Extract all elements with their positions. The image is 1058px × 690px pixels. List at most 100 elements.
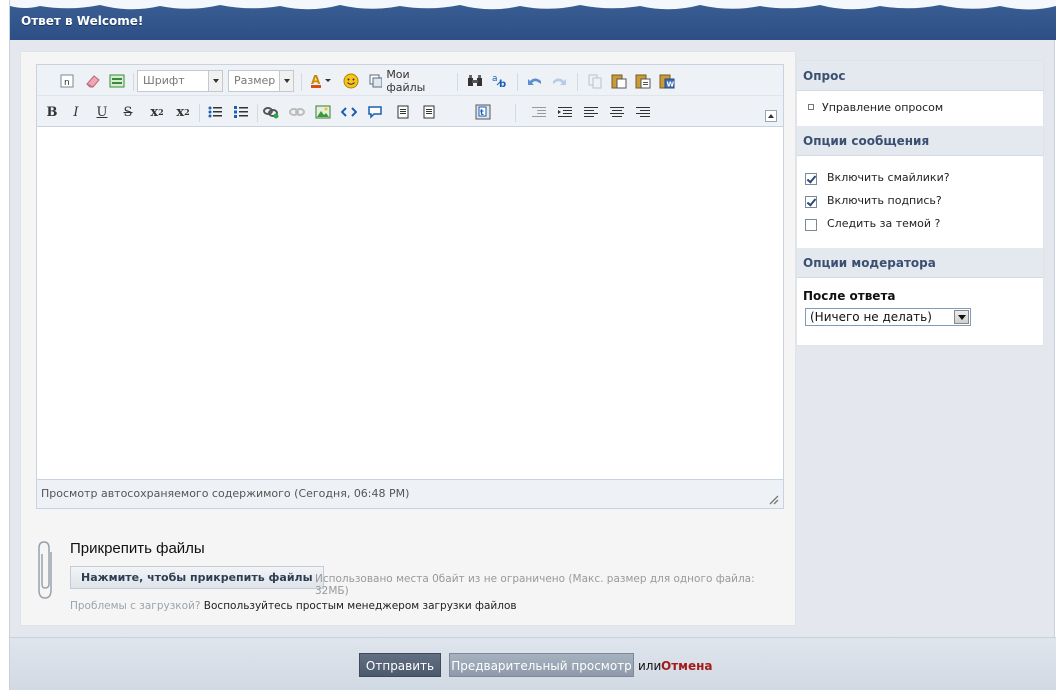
- attach-files-button[interactable]: Нажмите, чтобы прикрепить файлы: [70, 566, 324, 589]
- svg-text:a: a: [492, 74, 498, 84]
- subscribe-thread-checkbox[interactable]: [805, 219, 817, 231]
- poll-section-title: Опрос: [797, 61, 1043, 91]
- resize-handle-icon[interactable]: [767, 493, 779, 505]
- bold-button[interactable]: B: [43, 101, 61, 123]
- paste-icon[interactable]: [609, 70, 629, 92]
- subscribe-thread-label: Следить за темой ?: [827, 217, 941, 230]
- eraser-icon[interactable]: [83, 70, 103, 92]
- attach-quota-text: Использовано места 0байт из не ограничен…: [315, 573, 755, 597]
- sidebar: Опрос Управление опросом Опции сообщения…: [796, 60, 1044, 346]
- subscript-button[interactable]: x2: [147, 101, 167, 123]
- svg-text:n: n: [64, 78, 70, 88]
- quote-icon[interactable]: [365, 101, 385, 123]
- manage-poll-link[interactable]: Управление опросом: [822, 101, 943, 114]
- size-select[interactable]: Размер: [228, 70, 294, 92]
- redo-icon[interactable]: [549, 70, 569, 92]
- after-reply-value: (Ничего не делать): [810, 310, 932, 324]
- underline-button[interactable]: U: [93, 101, 111, 123]
- remove-format-icon[interactable]: n: [57, 70, 77, 92]
- text-color-icon[interactable]: A: [309, 70, 335, 92]
- page-frame: Ответ в Welcome! n Шрифт Размер A Мои фа…: [9, 0, 1056, 690]
- toolbar-separator: [257, 104, 258, 122]
- paperclip-icon: [38, 541, 52, 599]
- image-icon[interactable]: [313, 101, 333, 123]
- moderator-options-title: Опции модератора: [797, 248, 1043, 278]
- font-select-label: Шрифт: [143, 74, 185, 87]
- code-icon[interactable]: [339, 101, 359, 123]
- my-files-button[interactable]: Мои файлы: [369, 68, 449, 94]
- toolbar-separator: [577, 73, 578, 91]
- message-textarea[interactable]: [37, 127, 783, 480]
- post-options-title: Опции сообщения: [797, 126, 1043, 156]
- html-block-icon[interactable]: [393, 101, 413, 123]
- toolbar-separator: [457, 73, 458, 91]
- align-center-icon[interactable]: [607, 101, 627, 123]
- attach-files-title: Прикрепить файлы: [70, 540, 205, 557]
- my-files-label: Мои файлы: [386, 68, 426, 94]
- toolbar-separator: [515, 104, 516, 122]
- numbered-list-icon[interactable]: [231, 101, 251, 123]
- find-icon[interactable]: [465, 70, 485, 92]
- simple-upload-manager-link[interactable]: Воспользуйтесь простым менеджером загруз…: [204, 600, 517, 612]
- bullet-list-icon[interactable]: [205, 101, 225, 123]
- enable-signature-checkbox[interactable]: [805, 196, 817, 208]
- paste-word-icon[interactable]: W: [657, 70, 677, 92]
- social-embed-icon[interactable]: t: [473, 101, 493, 123]
- subscript-mark: 2: [158, 107, 164, 117]
- toolbar-separator: [133, 73, 134, 91]
- toolbar-separator: [517, 73, 518, 91]
- toolbar-row-1: n Шрифт Размер A Мои файлы a b W: [37, 65, 783, 96]
- toolbar-separator: [199, 104, 200, 122]
- snow-decoration: [10, 0, 1056, 10]
- after-reply-select[interactable]: (Ничего не делать): [805, 308, 971, 326]
- enable-signature-label: Включить подпись?: [827, 194, 942, 207]
- svg-text:t: t: [480, 108, 484, 117]
- page-title: Ответ в Welcome!: [21, 14, 144, 28]
- after-reply-label: После ответа: [803, 289, 896, 303]
- toolbar-separator: [301, 73, 302, 91]
- replace-icon[interactable]: ab: [489, 70, 511, 92]
- bullet-icon: [808, 104, 814, 110]
- preview-button[interactable]: Предварительный просмотр: [449, 653, 634, 677]
- cancel-link[interactable]: Отмена: [661, 659, 713, 673]
- editor-footer: Просмотр автосохраняемого содержимого (С…: [37, 480, 783, 508]
- size-select-label: Размер: [234, 74, 276, 87]
- header-bar: Ответ в Welcome!: [10, 0, 1056, 40]
- font-select[interactable]: Шрифт: [137, 70, 223, 92]
- indent-icon[interactable]: [555, 101, 575, 123]
- or-text: или: [638, 659, 662, 673]
- collapse-toolbar-icon[interactable]: [765, 110, 777, 122]
- smiley-icon[interactable]: [341, 70, 361, 92]
- files-icon: [369, 74, 383, 88]
- attach-help: Проблемы с загрузкой? Воспользуйтесь про…: [70, 600, 517, 612]
- editor-panel: n Шрифт Размер A Мои файлы a b W B I U S…: [20, 51, 796, 626]
- italic-button[interactable]: I: [67, 101, 85, 123]
- rich-text-editor: n Шрифт Размер A Мои файлы a b W B I U S…: [36, 64, 784, 509]
- upload-problem-question: Проблемы с загрузкой?: [70, 600, 201, 612]
- form-actions: Отправить Предварительный просмотр или О…: [10, 637, 1056, 690]
- align-left-icon[interactable]: [581, 101, 601, 123]
- toggle-source-icon[interactable]: [107, 70, 127, 92]
- submit-button[interactable]: Отправить: [359, 653, 441, 677]
- outdent-icon[interactable]: [529, 101, 549, 123]
- enable-smilies-checkbox[interactable]: [805, 173, 817, 185]
- superscript-mark: 2: [184, 107, 190, 117]
- link-icon[interactable]: [261, 101, 281, 123]
- php-block-icon[interactable]: [419, 101, 439, 123]
- chevron-down-icon: [279, 71, 293, 91]
- attach-files-section: Прикрепить файлы Нажмите, чтобы прикрепи…: [36, 532, 784, 612]
- chevron-down-icon: [954, 310, 969, 324]
- align-right-icon[interactable]: [633, 101, 653, 123]
- superscript-base: x: [176, 104, 185, 120]
- enable-smilies-label: Включить смайлики?: [827, 171, 950, 184]
- copy-icon[interactable]: [585, 70, 605, 92]
- svg-text:b: b: [499, 79, 506, 89]
- strikethrough-button[interactable]: S: [119, 101, 137, 123]
- subscript-base: x: [150, 104, 159, 120]
- autosave-preview-link[interactable]: Просмотр автосохраняемого содержимого (С…: [41, 487, 409, 500]
- paste-text-icon[interactable]: [633, 70, 653, 92]
- unlink-icon[interactable]: [287, 101, 307, 123]
- superscript-button[interactable]: x2: [173, 101, 193, 123]
- undo-icon[interactable]: [525, 70, 545, 92]
- svg-text:A: A: [311, 73, 321, 87]
